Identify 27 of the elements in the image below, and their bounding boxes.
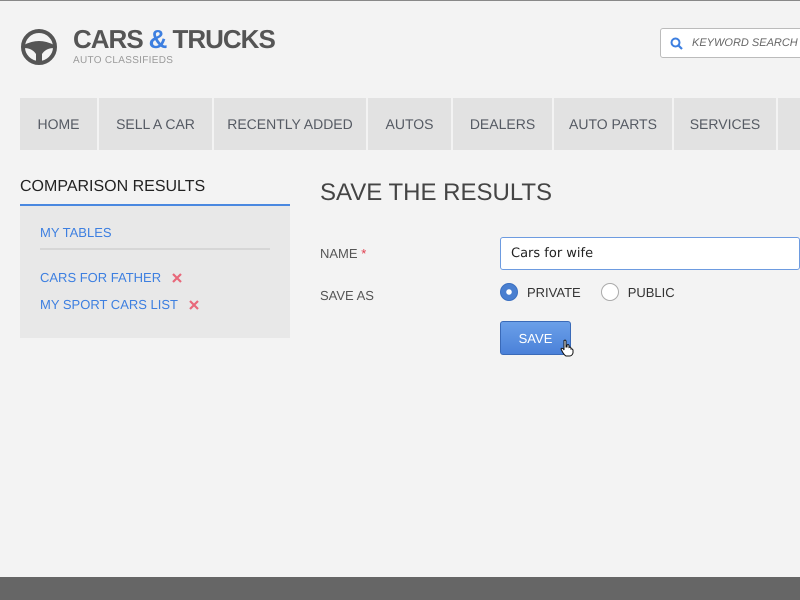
search-field[interactable]: KEYWORD SEARCH <box>660 28 800 58</box>
nav-tab[interactable]: SERVICES <box>674 98 776 150</box>
remove-icon[interactable] <box>172 272 182 282</box>
radio-button[interactable] <box>600 283 619 301</box>
field-label: NAME <box>320 246 358 261</box>
nav-tab[interactable]: SELL A CAR <box>99 98 212 150</box>
hand-cursor-icon <box>560 339 574 357</box>
radio-label[interactable]: PRIVATE <box>527 284 581 300</box>
nav-tab[interactable]: DEALERS <box>453 98 552 150</box>
remove-icon[interactable] <box>189 300 199 310</box>
radio-label[interactable]: PUBLIC <box>628 284 675 300</box>
required-mark: * <box>361 246 366 261</box>
logo-title: CARS & TRUCKS <box>73 23 275 55</box>
nav-tab[interactable]: RECENTLY ADDED <box>214 98 366 150</box>
nav-tab[interactable]: HOME <box>20 98 97 150</box>
form-title: SAVE THE RESULTS <box>320 179 554 207</box>
save-button[interactable]: SAVE <box>500 321 571 355</box>
table-link[interactable]: CARS FOR FATHER <box>40 270 162 285</box>
name-field[interactable]: Cars for wife <box>500 237 800 270</box>
section-heading: MY TABLES <box>40 225 113 240</box>
logo-tagline: AUTO CLASSIFIEDS <box>73 55 174 66</box>
table-link[interactable]: MY SPORT CARS LIST <box>40 297 178 312</box>
nav-tab[interactable]: AUTOS <box>368 98 451 150</box>
nav-tab[interactable]: AUTO PARTS <box>554 98 672 150</box>
radio-button[interactable] <box>500 283 518 301</box>
field-label: SAVE AS <box>320 288 374 303</box>
steering-wheel-icon <box>20 28 58 66</box>
